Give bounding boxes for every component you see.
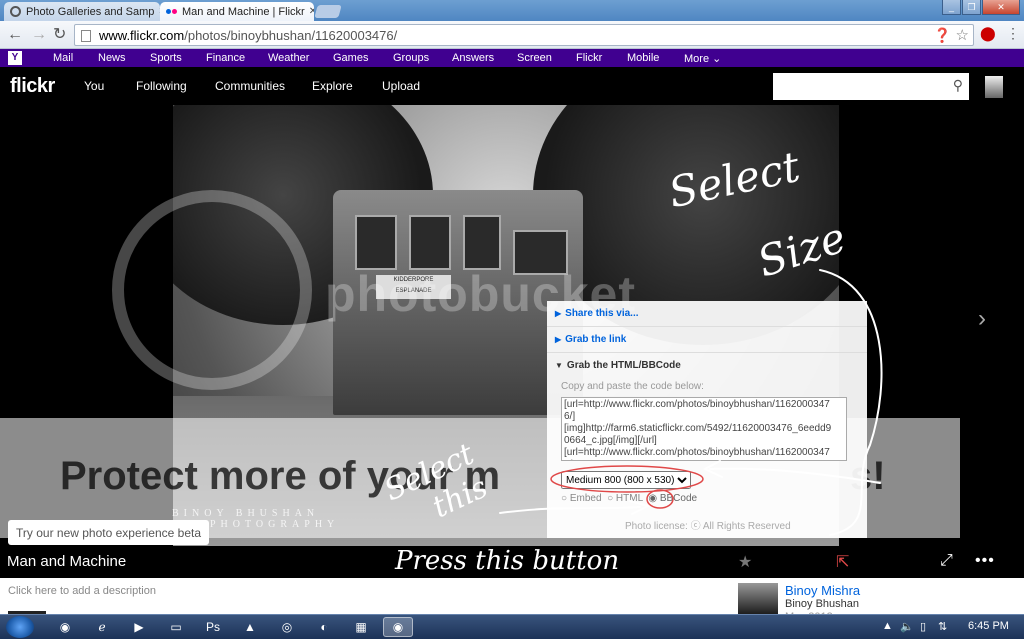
tab-title: Man and Machine | Flickr [182, 5, 305, 18]
yahoo-item-more[interactable]: More ⌄ [684, 52, 721, 65]
yahoo-item-flickr[interactable]: Flickr [576, 52, 602, 64]
fullscreen-icon[interactable]: ⤢ [940, 552, 953, 570]
photoshop-taskbar-icon[interactable]: Ps [198, 617, 228, 637]
nav-communities[interactable]: Communities [215, 79, 285, 93]
try-beta-button[interactable]: Try our new photo experience beta [8, 520, 209, 545]
address-bar[interactable]: www.flickr.com/photos/binoybhushan/11620… [74, 24, 974, 46]
windows-taskbar: ◉ ℯ ▶ ▭ Ps ▲ ◎ ◐ ▦ ◉ ▲ 🔈 ▯ ⇅ 6:45 PM [0, 614, 1024, 639]
minimize-button[interactable]: _ [942, 0, 961, 15]
firefox-taskbar-icon[interactable]: ◎ [272, 617, 302, 637]
chrome-taskbar-icon[interactable]: ◉ [50, 617, 80, 637]
photo-viewer: KIDDERPORE ESPLANADE photobucket Protect… [0, 105, 1024, 546]
flickr-header: flickr You Following Communities Explore… [0, 67, 1024, 105]
description-input[interactable]: Click here to add a description [8, 585, 156, 597]
clock[interactable]: 6:45 PM [968, 620, 1009, 632]
tray-show-hidden-icon[interactable]: ▲ [882, 620, 893, 632]
network-icon[interactable]: ⇅ [938, 620, 947, 633]
browser-tab-strip: Photo Galleries and Samp ✕ Man and Machi… [0, 0, 1024, 21]
tab-man-and-machine[interactable]: Man and Machine | Flickr ✕ [160, 2, 314, 21]
owner-avatar[interactable] [738, 583, 778, 617]
chrome-active-taskbar-icon[interactable]: ◉ [383, 617, 413, 637]
vlc-taskbar-icon[interactable]: ▲ [235, 617, 265, 637]
flickr-logo[interactable]: flickr [10, 75, 55, 98]
yahoo-item-news[interactable]: News [98, 52, 126, 64]
tab-photo-galleries[interactable]: Photo Galleries and Samp ✕ [4, 2, 160, 21]
yahoo-item-sports[interactable]: Sports [150, 52, 182, 64]
window-controls: _ ❐ ✕ [941, 0, 1020, 15]
annotation-strokes [499, 269, 883, 536]
new-tab-button[interactable] [314, 5, 342, 18]
info-icon[interactable]: ❓ [934, 27, 951, 44]
maximize-button[interactable]: ❐ [962, 0, 981, 15]
search-input[interactable]: ⚲ [773, 73, 969, 100]
page-icon [81, 30, 91, 42]
yahoo-item-games[interactable]: Games [333, 52, 368, 64]
bookmark-star-icon[interactable]: ☆ [956, 26, 969, 44]
more-options-icon[interactable]: ••• [975, 552, 995, 570]
reload-icon[interactable]: ↻ [53, 26, 66, 44]
yahoo-bar: Y Mail News Sports Finance Weather Games… [0, 49, 1024, 67]
share-icon[interactable]: ⇱ [836, 552, 849, 572]
nav-following[interactable]: Following [136, 79, 187, 93]
browser-toolbar: ← → ↻ www.flickr.com/photos/binoybhushan… [0, 21, 1024, 49]
photo-details: Click here to add a description Binoy Mi… [0, 578, 1024, 623]
yahoo-logo[interactable]: Y [8, 51, 22, 65]
user-avatar[interactable] [985, 76, 1003, 98]
annotation-press-button: Press this button [395, 546, 620, 576]
favorite-star-icon[interactable]: ★ [738, 552, 752, 572]
yahoo-item-screen[interactable]: Screen [517, 52, 552, 64]
back-arrow-icon[interactable]: ← [7, 26, 23, 44]
battery-icon[interactable]: ▯ [920, 620, 926, 633]
ie-taskbar-icon[interactable]: ℯ [87, 617, 117, 637]
calculator-taskbar-icon[interactable]: ▦ [346, 617, 376, 637]
photobucket-favicon-icon [10, 6, 21, 17]
volume-icon[interactable]: 🔈 [900, 620, 914, 633]
tab-title: Photo Galleries and Samp [26, 5, 155, 18]
search-icon[interactable]: ⚲ [953, 77, 963, 94]
extension-icon[interactable]: ⬤ [980, 25, 996, 42]
forward-arrow-icon[interactable]: → [31, 26, 47, 44]
app-taskbar-icon[interactable]: ◐ [309, 617, 339, 637]
url-path: /photos/binoybhushan/11620003476/ [184, 28, 398, 43]
yahoo-item-mail[interactable]: Mail [53, 52, 73, 64]
close-tab-icon[interactable]: ✕ [305, 6, 314, 17]
explorer-taskbar-icon[interactable]: ▭ [161, 617, 191, 637]
menu-wrench-icon[interactable]: ⋮ [1006, 25, 1020, 42]
owner-name[interactable]: Binoy Mishra [785, 583, 860, 598]
yahoo-item-groups[interactable]: Groups [393, 52, 429, 64]
nav-explore[interactable]: Explore [312, 79, 353, 93]
nav-upload[interactable]: Upload [382, 79, 420, 93]
close-window-button[interactable]: ✕ [982, 0, 1020, 15]
url-host: www.flickr.com [99, 28, 185, 43]
nav-you[interactable]: You [84, 79, 104, 93]
flickr-favicon-icon [166, 6, 177, 17]
owner-username: Binoy Bhushan [785, 598, 859, 610]
yahoo-item-weather[interactable]: Weather [268, 52, 309, 64]
photo-info-bar: Man and Machine Press this button ★ ⇱ ⤢ … [0, 546, 1024, 578]
yahoo-item-finance[interactable]: Finance [206, 52, 245, 64]
photo-title: Man and Machine [7, 553, 127, 570]
yahoo-item-mobile[interactable]: Mobile [627, 52, 659, 64]
yahoo-item-answers[interactable]: Answers [452, 52, 494, 64]
start-button[interactable] [6, 616, 34, 638]
media-player-taskbar-icon[interactable]: ▶ [124, 617, 154, 637]
